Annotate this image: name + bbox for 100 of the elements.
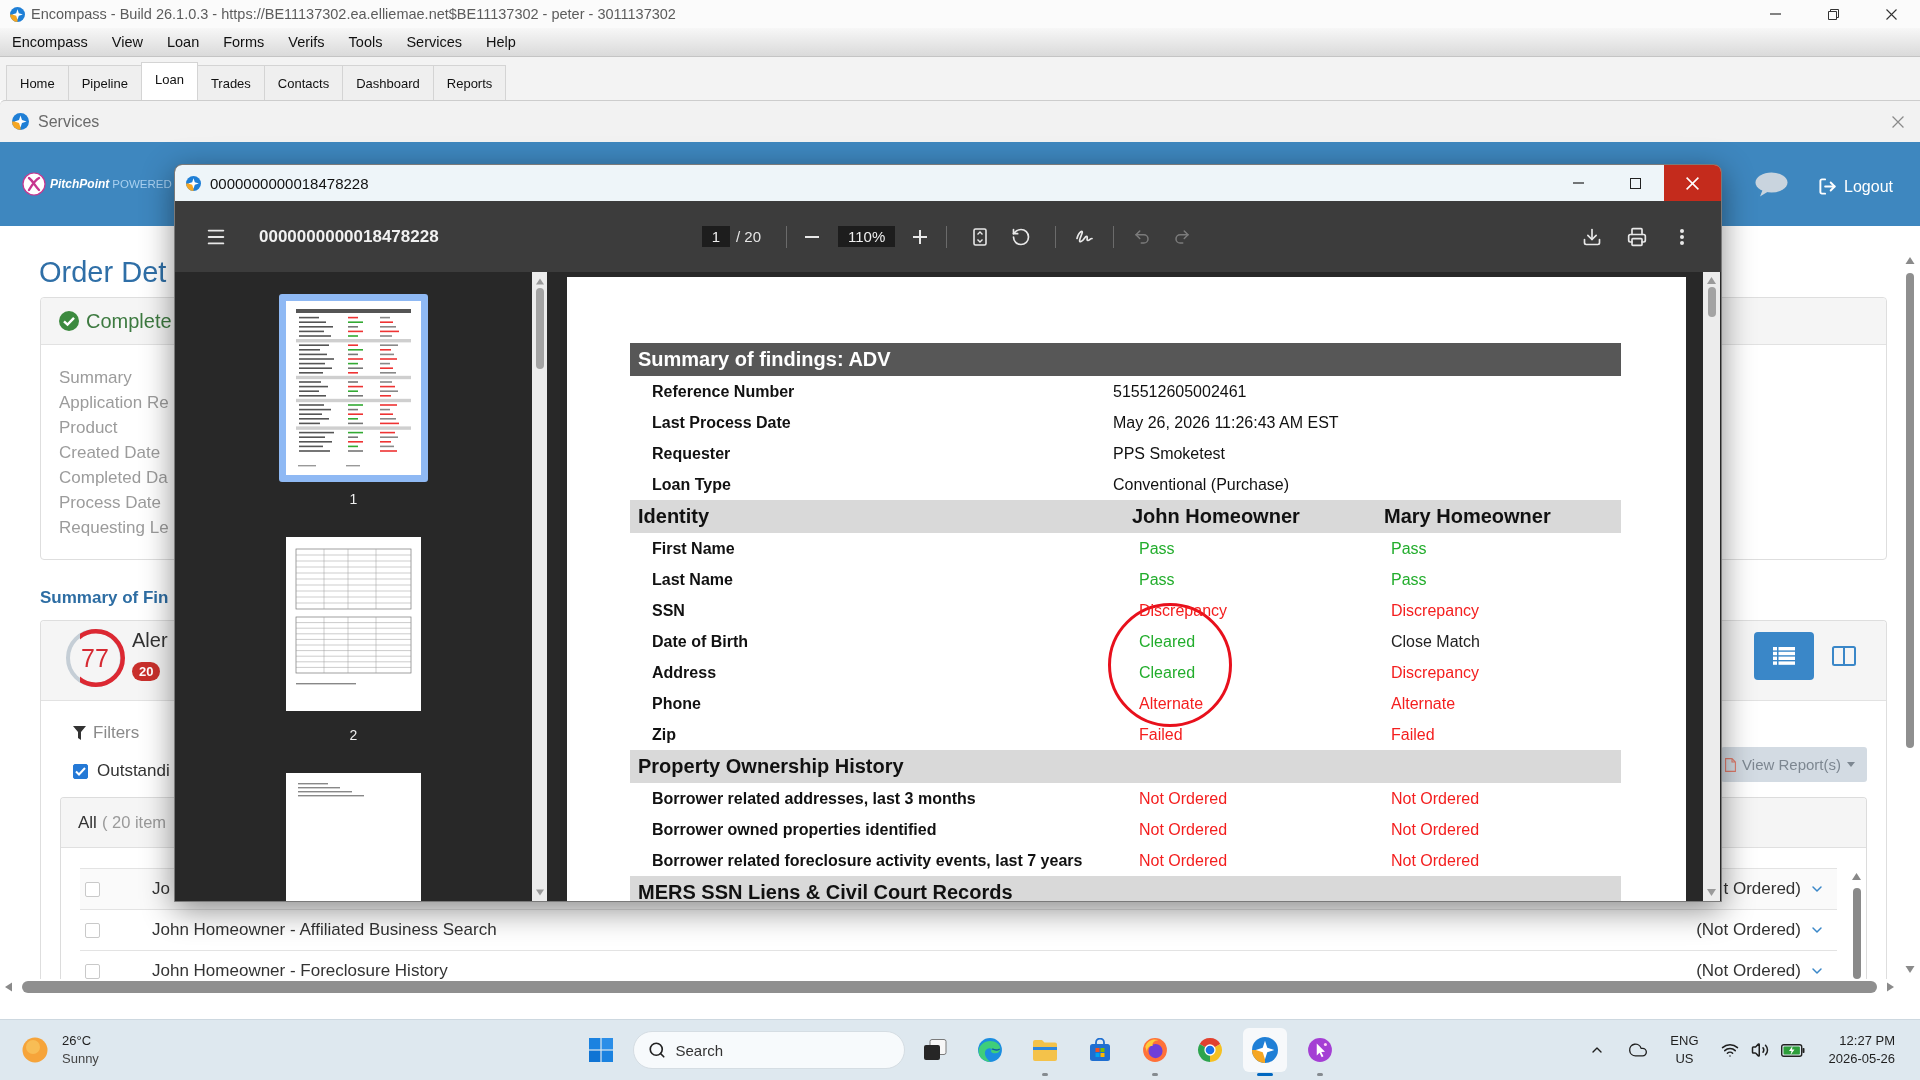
- scroll-up-arrow-icon[interactable]: [535, 278, 544, 285]
- tab[interactable]: Dashboard: [342, 65, 434, 100]
- clock-button[interactable]: 12:27 PM 2026-05-26: [1828, 1032, 1895, 1068]
- volume-button[interactable]: [1750, 1041, 1769, 1059]
- menu-item[interactable]: View: [99, 29, 155, 55]
- minimize-icon: [1573, 182, 1584, 184]
- document-icon: [1725, 757, 1737, 772]
- star-logo-icon[interactable]: [1251, 1037, 1278, 1063]
- checkbox-label: Outstandi: [97, 761, 170, 781]
- x-logo-icon: [22, 172, 46, 196]
- wifi-icon: [1720, 1041, 1739, 1059]
- list-icon: [1773, 647, 1795, 665]
- menu-item[interactable]: Loan: [154, 29, 212, 55]
- field-label: Application Re: [59, 392, 169, 414]
- folder-icon[interactable]: [1031, 1039, 1058, 1061]
- network-button[interactable]: [1720, 1041, 1739, 1059]
- battery-charging-icon: [1780, 1043, 1805, 1057]
- columns-icon: [1832, 646, 1856, 666]
- column-header: Mary Homeowner: [1384, 505, 1551, 528]
- tab[interactable]: Trades: [196, 65, 265, 100]
- language-button[interactable]: ENG US: [1670, 1032, 1699, 1068]
- scroll-down-arrow-icon[interactable]: [1707, 889, 1716, 896]
- close-button[interactable]: [1664, 165, 1721, 201]
- menu-item[interactable]: Tools: [336, 29, 395, 55]
- check-result: Pass: [1139, 539, 1175, 558]
- document-title: 0000000000018478228: [259, 226, 439, 247]
- scroll-down-arrow-icon[interactable]: [1905, 966, 1915, 973]
- check-label: Date of Birth: [652, 632, 748, 651]
- minimize-icon: [1769, 13, 1781, 15]
- logout-icon: [1818, 177, 1838, 196]
- field-value: PPS Smoketest: [1113, 444, 1226, 463]
- page-number: 2: [349, 726, 358, 744]
- rotate-icon: [1011, 226, 1032, 247]
- scroll-left-arrow-icon[interactable]: [5, 982, 12, 992]
- status-dropdown[interactable]: t Ordered): [1723, 879, 1825, 899]
- scroll-right-arrow-icon[interactable]: [1887, 982, 1894, 992]
- scroll-down-arrow-icon[interactable]: [535, 889, 544, 896]
- order-status: Complete: [86, 309, 172, 333]
- shopping-bag-icon[interactable]: [1087, 1038, 1112, 1062]
- logout-button[interactable]: Logout: [1818, 177, 1893, 196]
- tab[interactable]: Pipeline: [67, 65, 142, 100]
- checkbox[interactable]: [85, 963, 100, 979]
- check-circle-icon: [59, 311, 79, 331]
- checkbox[interactable]: [85, 922, 100, 938]
- check-label: Zip: [652, 725, 676, 744]
- brand-name: PitchPoint: [50, 177, 110, 191]
- sun-icon: [22, 1037, 48, 1063]
- scrollbar-thumb[interactable]: [535, 288, 544, 369]
- cloud-button[interactable]: [1628, 1040, 1649, 1060]
- menu-item[interactable]: Help: [474, 29, 528, 55]
- zoom-field[interactable]: 110%: [838, 226, 896, 247]
- battery-button[interactable]: [1780, 1043, 1805, 1057]
- search-field[interactable]: Search: [632, 1031, 905, 1069]
- cursor-logo-icon[interactable]: [1306, 1037, 1333, 1063]
- check-result: Cleared: [1139, 632, 1196, 651]
- window-title: Encompass - Build 26.1.0.3 - https://BE11137302.ea.elliemae.net$BE11137302 - peter - 3011137302: [31, 6, 676, 22]
- menu-item[interactable]: Forms: [211, 29, 277, 55]
- scroll-up-arrow-icon[interactable]: [1707, 277, 1716, 284]
- status-dropdown[interactable]: (Not Ordered): [1696, 920, 1825, 940]
- page-number-field[interactable]: 1: [701, 226, 730, 247]
- check-label: Last Name: [652, 570, 733, 589]
- more-options-icon: [1680, 228, 1684, 245]
- check-result: Alternate: [1139, 694, 1204, 713]
- scrollbar-thumb[interactable]: [1707, 287, 1716, 317]
- scroll-up-arrow-icon[interactable]: [1905, 257, 1915, 264]
- close-icon: [1686, 176, 1699, 190]
- menu-item[interactable]: Services: [394, 29, 475, 55]
- scrollbar-thumb[interactable]: [22, 981, 1877, 993]
- page-thumbnail[interactable]: [279, 294, 428, 482]
- circle-logo-icon[interactable]: [1141, 1037, 1168, 1063]
- tab[interactable]: Reports: [432, 65, 507, 100]
- scrollbar-thumb[interactable]: [1852, 888, 1861, 979]
- check-label: SSN: [652, 601, 685, 620]
- split-view-button[interactable]: [1832, 646, 1856, 666]
- close-button[interactable]: [1892, 115, 1904, 128]
- field-value: May 26, 2026 11:26:43 AM EST: [1113, 413, 1339, 432]
- weather-widget[interactable]: 26°C Sunny: [22, 1032, 99, 1068]
- status-dropdown[interactable]: (Not Ordered): [1696, 961, 1825, 979]
- check-result: Not Ordered: [1139, 851, 1228, 870]
- caret-down-icon: [1847, 762, 1855, 767]
- scrollbar-thumb[interactable]: [1906, 273, 1914, 748]
- menu-item[interactable]: Encompass: [0, 29, 100, 55]
- swirl-logo-icon[interactable]: [976, 1037, 1003, 1063]
- tab[interactable]: Home: [6, 65, 69, 100]
- checkbox[interactable]: [85, 881, 100, 897]
- section-title: Identity: [638, 505, 710, 528]
- tab[interactable]: Contacts: [263, 65, 344, 100]
- field-label: Loan Type: [652, 475, 731, 494]
- scroll-up-arrow-icon[interactable]: [1852, 873, 1861, 880]
- checkbox[interactable]: [73, 763, 88, 779]
- tab[interactable]: Loan: [140, 62, 198, 100]
- list-view-button[interactable]: [1754, 632, 1814, 680]
- brand-tagline: POWERED: [112, 178, 172, 190]
- chat-bubble-icon[interactable]: [1755, 171, 1789, 197]
- page-thumbnail[interactable]: [286, 537, 421, 711]
- stacked-squares-icon[interactable]: [922, 1039, 947, 1061]
- menu-item[interactable]: Verifs: [276, 29, 337, 55]
- check-result: Cleared: [1139, 663, 1196, 682]
- segmented-circle-icon[interactable]: [1196, 1037, 1223, 1063]
- page-thumbnail[interactable]: [286, 773, 421, 901]
